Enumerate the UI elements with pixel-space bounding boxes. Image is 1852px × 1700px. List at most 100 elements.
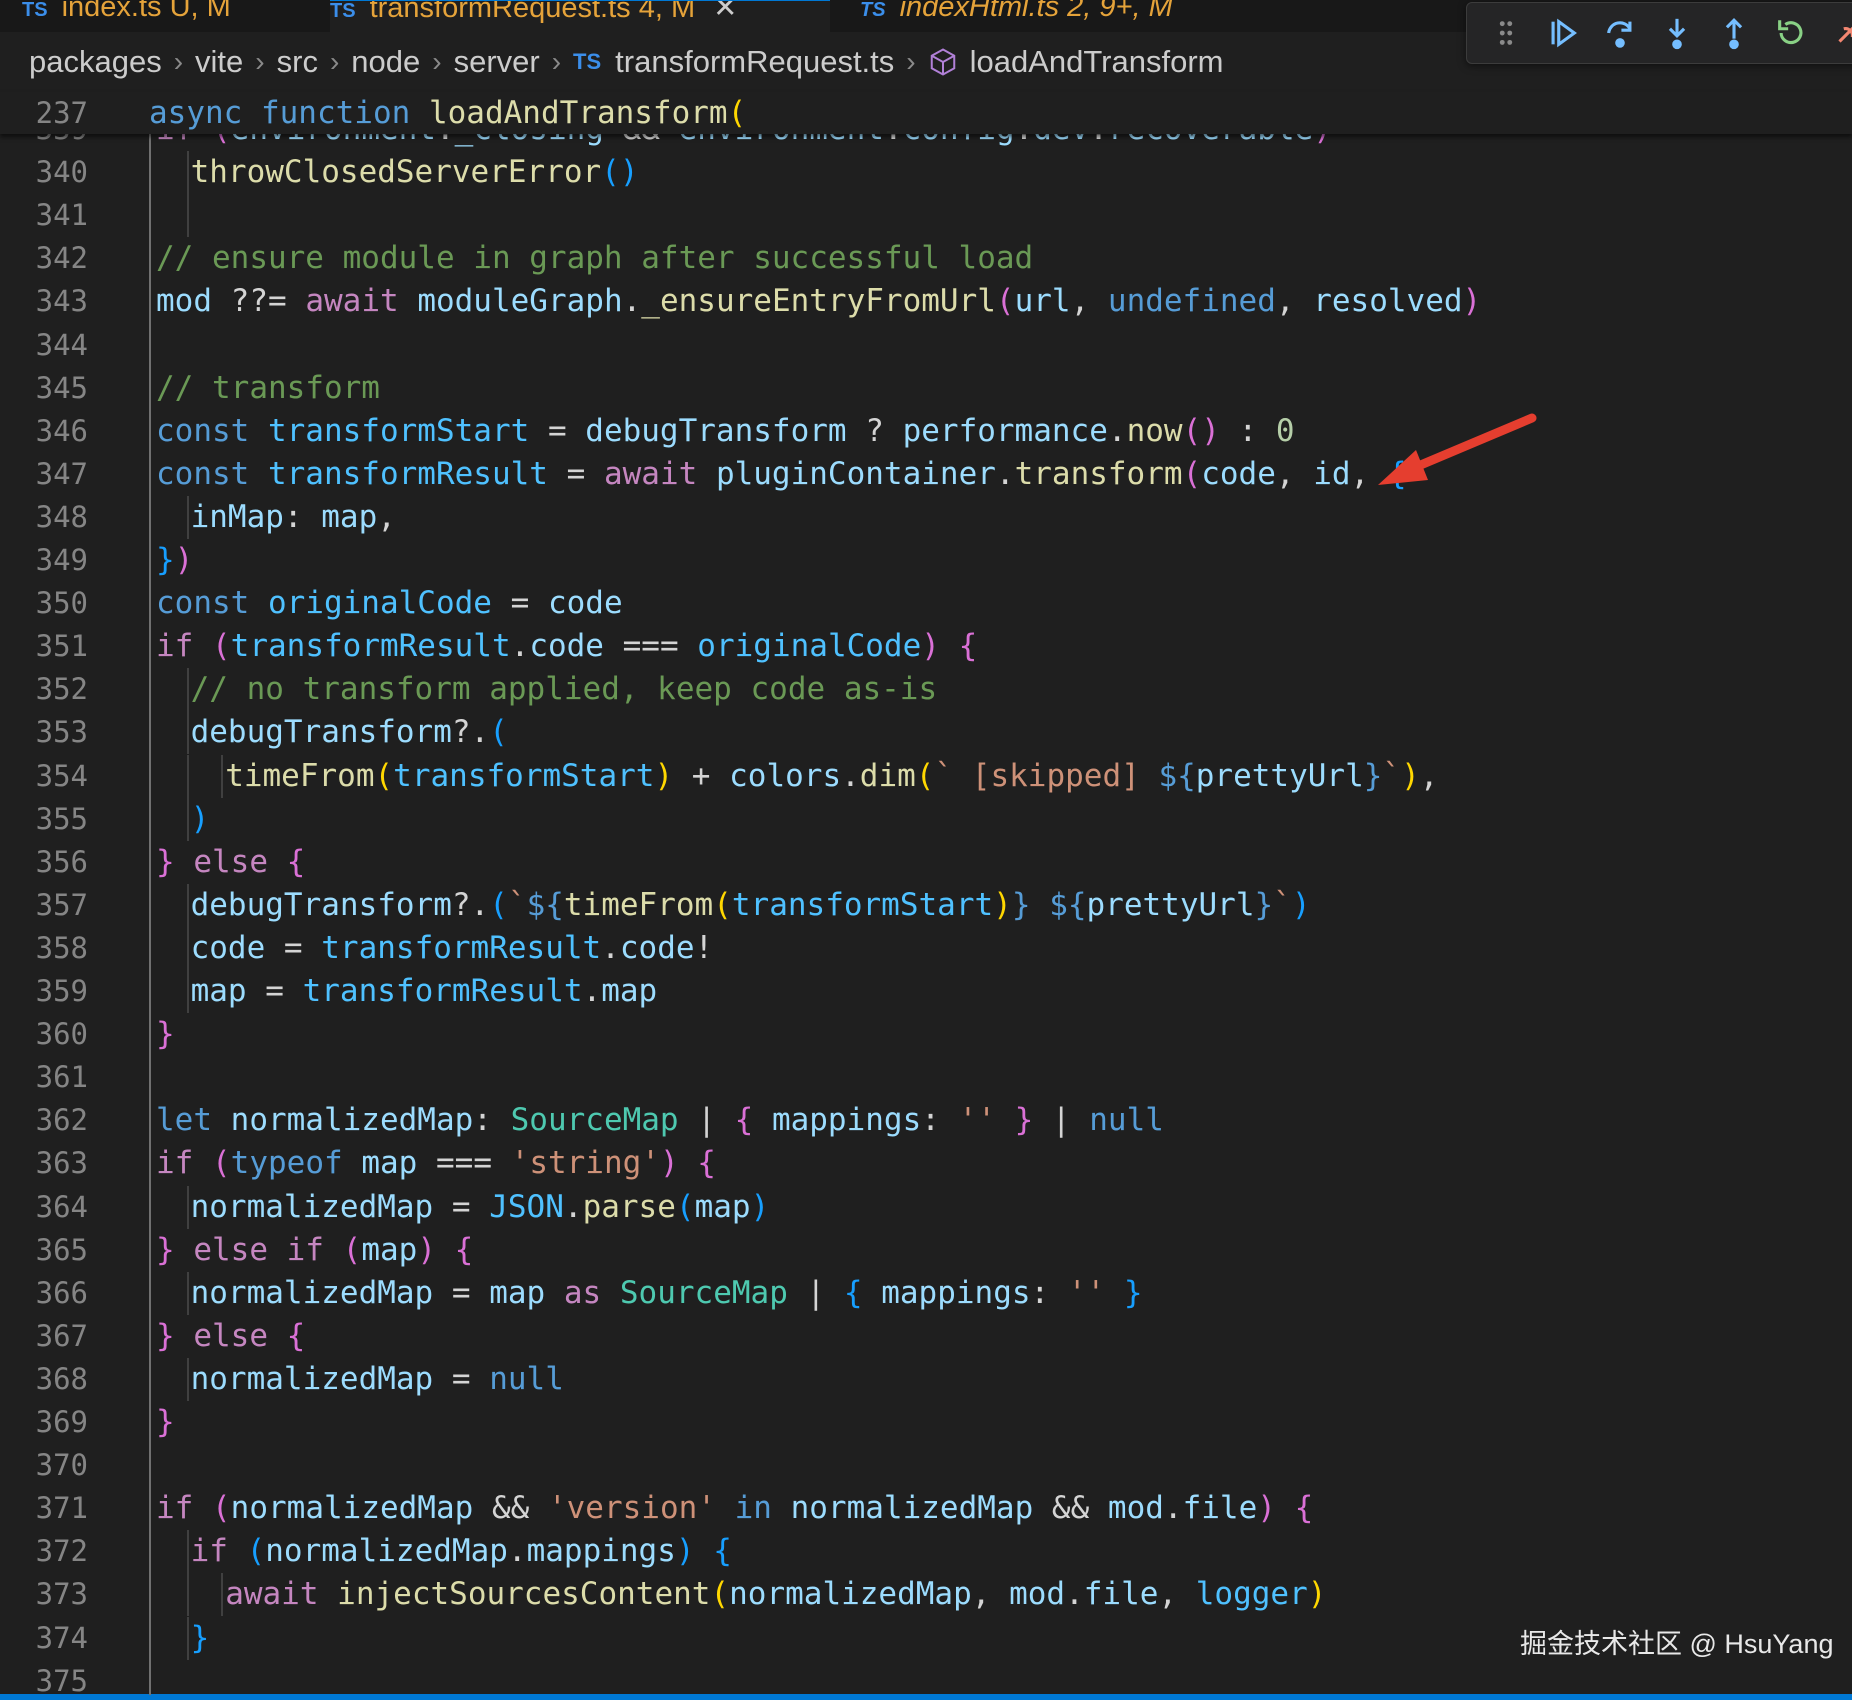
breadcrumb-item-file[interactable]: transformRequest.ts [615,44,894,80]
step-over-icon[interactable] [1603,13,1638,53]
code-token: } [156,1231,194,1268]
code-token: } [1363,757,1383,794]
code-line[interactable]: 346 const transformStart = debugTransform… [0,410,1852,453]
code-token: ( [713,886,732,923]
code-line[interactable]: 350 const originalCode = code [0,582,1852,625]
code-line[interactable]: 358 code = transformResult.code! [0,926,1852,970]
code-token: const [156,585,268,622]
tab-indexhtml-ts[interactable]: TS indexHtml.ts 2, 9+, M [860,0,1280,32]
line-number: 367 [35,1318,88,1353]
code-token: normalizedMap [230,1490,474,1527]
indent-guide [186,797,189,841]
code-editor[interactable]: 339if (environment._closing && environme… [0,120,1852,1695]
code-line[interactable]: 359 map = transformResult.map [0,970,1852,1014]
code-line[interactable]: 369} [0,1401,1852,1444]
breadcrumb-item-vite[interactable]: vite [195,44,243,80]
code-line[interactable]: 373 await injectSourcesContent(normalized… [0,1573,1852,1617]
tab-label: indexHtml.ts [899,0,1060,23]
code-text: } else if (map) { [156,1229,473,1272]
code-token: ) [659,1145,679,1182]
step-into-icon[interactable] [1660,13,1695,53]
code-token: && [473,1490,548,1527]
indent-guide [186,194,189,238]
code-line[interactable]: 366 normalizedMap = map as SourceMap | { … [0,1271,1852,1315]
disconnect-icon[interactable] [1830,13,1852,53]
code-token: | [1033,1102,1090,1139]
code-line[interactable]: 340 throwClosedServerError() [0,151,1852,195]
line-number: 365 [35,1232,88,1267]
code-token: normalizedMap [729,1576,972,1613]
indent-guide [186,1616,189,1660]
line-number: 346 [35,413,88,448]
code-line[interactable]: 357 debugTransform?.(`${timeFrom(transfor… [0,883,1852,927]
code-line[interactable]: 360} [0,1013,1852,1056]
code-token: if [156,1145,212,1182]
code-line[interactable]: 362 let normalizedMap: SourceMap | { mapp… [0,1099,1852,1142]
code-line[interactable]: 355) [0,797,1852,841]
grip-icon[interactable] [1489,13,1524,53]
restart-icon[interactable] [1773,13,1808,53]
line-number: 359 [35,974,88,1008]
code-token: now [1126,412,1183,449]
code-line[interactable]: 370 [0,1444,1852,1487]
tab-transformrequest-ts[interactable]: TS transformRequest.ts 4, M ✕ [330,0,830,33]
code-token: . [1065,1576,1084,1613]
code-line[interactable]: 342 // ensure module in graph after succe… [0,237,1852,280]
code-line[interactable]: 365 } else if (map) { [0,1229,1852,1272]
breadcrumb-item-src[interactable]: src [277,44,318,80]
code-token: pluginContainer [715,455,996,492]
code-line[interactable]: 352 // no transform applied, keep code as… [0,668,1852,712]
breadcrumb-item-server[interactable]: server [454,44,540,80]
code-line[interactable]: 371 if (normalizedMap && 'version' in nor… [0,1487,1852,1530]
code-line[interactable]: 368 normalizedMap = null [0,1357,1852,1401]
close-icon[interactable]: ✕ [713,1,737,24]
line-number: 343 [35,284,88,319]
code-line[interactable]: 364 normalizedMap = JSON.parse(map) [0,1185,1852,1229]
breadcrumb-item-node[interactable]: node [351,44,420,80]
step-out-icon[interactable] [1716,13,1751,53]
code-token: transformStart [393,757,655,794]
code-text: const transformResult = await pluginCont… [156,453,1407,496]
code-token: transformResult [267,455,548,492]
code-token: if [156,1490,212,1527]
code-token: ) [750,1188,770,1225]
line-number: 340 [35,155,88,190]
code-line[interactable]: 349}) [0,539,1852,582]
code-line[interactable]: 347 const transformResult = await pluginC… [0,453,1852,496]
code-line[interactable]: 367} else { [0,1315,1852,1358]
code-line[interactable]: 375 [0,1660,1852,1695]
indent-guide [186,926,189,970]
code-line[interactable]: 348 inMap: map, [0,495,1852,539]
sticky-code-line: async function loadAndTransform( [149,92,746,134]
code-token: ${ [1158,757,1196,794]
continue-icon[interactable] [1546,13,1581,53]
sticky-scroll-header[interactable]: 237 async function loadAndTransform( [0,92,1852,134]
code-token: loadAndTransform [428,95,728,131]
breadcrumb-item-packages[interactable]: packages [29,44,162,80]
code-line[interactable]: 341 [0,194,1852,238]
code-token: ( [489,714,508,751]
code-line[interactable]: 363 if (typeof map === 'string') { [0,1142,1852,1185]
tab-index-ts[interactable]: TS index.ts U, M [22,0,322,32]
line-number: 355 [35,801,88,836]
code-line[interactable]: 345 // transform [0,367,1852,410]
code-token: SourceMap [619,1274,788,1311]
code-token: . [601,929,620,966]
breadcrumb-item-symbol[interactable]: loadAndTransform [970,44,1224,80]
watermark: 掘金技术社区 @ HsuYang [1520,1629,1834,1659]
code-token: ( [246,1533,266,1570]
code-text: const originalCode = code [156,582,623,625]
code-token: = [529,412,586,449]
code-line[interactable]: 351 if (transformResult.code === original… [0,625,1852,668]
code-line[interactable]: 372 if (normalizedMap.mappings) { [0,1530,1852,1574]
code-line[interactable]: 344 [0,324,1852,367]
code-line[interactable]: 361 [0,1056,1852,1099]
code-line[interactable]: 343 mod ??= await moduleGraph._ensureEntr… [0,280,1852,323]
line-number: 352 [35,672,88,707]
line-number: 357 [35,887,88,922]
code-line[interactable]: 353 debugTransform?.( [0,711,1852,755]
code-token: , [377,498,396,535]
code-line[interactable]: 356} else { [0,841,1852,884]
code-line[interactable]: 354 timeFrom(transformStart) + colors.dim… [0,754,1852,798]
code-token: () [1182,412,1220,449]
